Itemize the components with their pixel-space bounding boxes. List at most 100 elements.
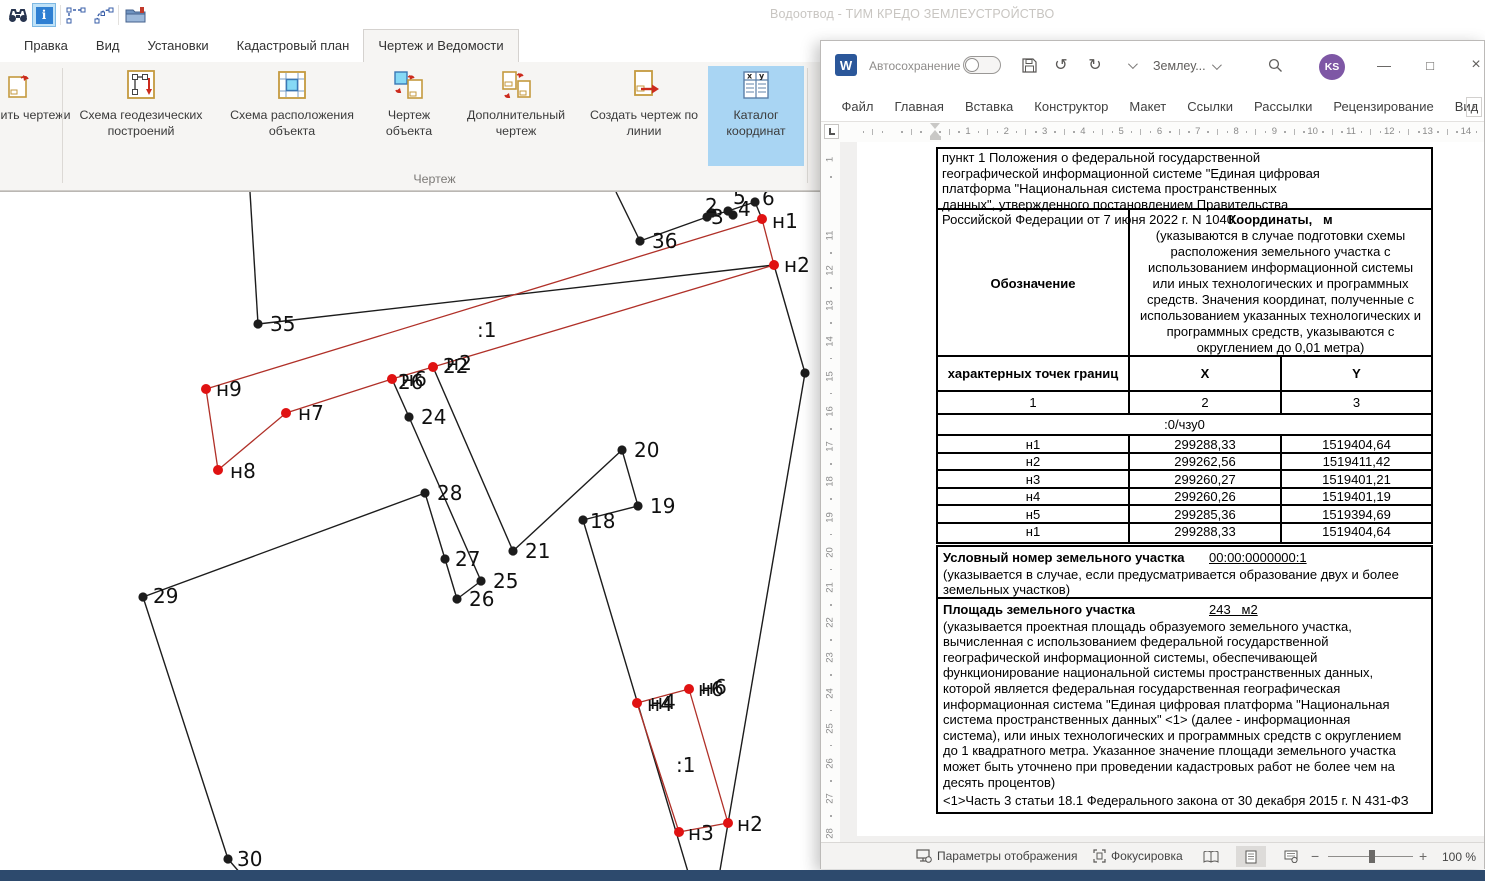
word-tab[interactable]: Файл [831, 93, 884, 120]
read-mode-icon[interactable] [1196, 846, 1226, 867]
avatar[interactable]: KS [1319, 54, 1345, 80]
screen: i Водоотвод - ТИМ КРЕДО ЗЕМЛЕУСТРОЙСТВО … [0, 0, 1485, 881]
survey-plot: 363523546293028272625242120191826н622н2н… [0, 192, 820, 872]
cad-tab[interactable]: Установки [133, 30, 222, 62]
print-layout-icon[interactable] [1236, 846, 1266, 867]
create-drawing-by-line-button[interactable]: Создать чертеж по линии [582, 66, 706, 166]
survey-point[interactable] [578, 515, 587, 524]
ruler-tick [1456, 131, 1458, 133]
word-tab[interactable]: Рассылки [1243, 93, 1322, 120]
ruler-tick [830, 463, 832, 465]
word-tab[interactable]: Ссылки [1177, 93, 1244, 120]
binoculars-icon[interactable] [6, 3, 30, 27]
web-layout-icon[interactable] [1276, 846, 1306, 867]
zoom-out-button[interactable]: − [1311, 848, 1319, 864]
word-tab[interactable]: Конструктор [1024, 93, 1119, 120]
word-tab[interactable]: Вставка [954, 93, 1023, 120]
ruler-tick [863, 131, 865, 133]
survey-point[interactable] [253, 319, 262, 328]
survey-drawing-canvas[interactable]: 363523546293028272625242120191826н622н2н… [0, 191, 820, 871]
survey-point[interactable] [420, 488, 429, 497]
survey-point[interactable] [723, 818, 733, 828]
document-name[interactable]: Землеу... [1153, 59, 1219, 73]
survey-point[interactable] [633, 501, 642, 510]
survey-point[interactable] [428, 362, 438, 372]
survey-point[interactable] [728, 210, 737, 219]
survey-point[interactable] [476, 576, 485, 585]
save-icon[interactable] [1017, 53, 1041, 77]
additional-drawing-button[interactable]: Дополнительный чертеж [452, 66, 580, 166]
survey-point[interactable] [674, 827, 684, 837]
word-tab[interactable]: Рецензирование [1323, 93, 1444, 120]
ruler-number: 24 [825, 685, 836, 701]
survey-point[interactable] [440, 554, 449, 563]
col-header-designation: Обозначение [938, 210, 1128, 358]
object-drawing-button[interactable]: Чертеж объекта [368, 66, 450, 166]
survey-point[interactable] [223, 854, 232, 863]
vertical-ruler: 1111213141516171819202122232425262728 [821, 142, 840, 842]
zoom-slider-thumb[interactable] [1369, 850, 1375, 863]
ruler-tick [830, 780, 832, 782]
coordinate-catalog-button[interactable]: xу Каталог координат [708, 66, 804, 166]
survey-point[interactable] [632, 698, 642, 708]
open-drawing-icon[interactable] [124, 3, 148, 27]
document-page[interactable]: пункт 1 Положения о федеральной государс… [857, 142, 1484, 836]
rect-path-icon[interactable] [64, 3, 88, 27]
survey-point[interactable] [617, 445, 626, 454]
indent-markers[interactable] [930, 123, 941, 140]
more-tabs-icon[interactable]: › [1466, 97, 1482, 117]
ruler-tick [830, 569, 832, 571]
survey-point[interactable] [635, 236, 644, 245]
ruler-tick [1093, 131, 1095, 133]
cad-tab[interactable]: Правка [10, 30, 82, 62]
geodesy-scheme-button[interactable]: Схема геодезических построений [66, 66, 216, 166]
info-icon[interactable]: i [32, 3, 56, 27]
geodesy-scheme-icon [125, 66, 157, 104]
word-tab[interactable]: Макет [1119, 93, 1177, 120]
survey-point[interactable] [800, 368, 809, 377]
ruler-tick [830, 428, 832, 430]
survey-point[interactable] [138, 592, 147, 601]
minimize-button[interactable]: — [1369, 51, 1399, 79]
more-commands-icon[interactable] [1116, 53, 1140, 77]
ruler-tick [1188, 131, 1190, 133]
button-label: Создать чертеж по линии [582, 108, 706, 139]
tab-selector[interactable] [824, 124, 839, 139]
survey-point[interactable] [769, 260, 779, 270]
undo-icon[interactable]: ↺ [1049, 53, 1073, 77]
survey-point[interactable] [281, 408, 291, 418]
ruler-tick [1408, 129, 1409, 135]
survey-point[interactable] [508, 546, 517, 555]
word-tab[interactable]: Главная [884, 93, 954, 120]
ruler-tick [1294, 129, 1295, 135]
zoom-level[interactable]: 100 % [1442, 850, 1476, 864]
survey-point[interactable] [757, 214, 767, 224]
cadastral-label: Условный номер земельного участка [943, 550, 1184, 565]
cad-tab[interactable]: Кадастровый план [223, 30, 364, 62]
ruler-number: 10 [1307, 126, 1318, 137]
ruler-number: 12 [825, 263, 836, 279]
point-label: 6 [762, 192, 775, 210]
table-cell: 299260,26 [1128, 489, 1280, 505]
object-layout-scheme-button[interactable]: Схема расположения объекта [218, 66, 366, 166]
ruler-tick [1150, 131, 1152, 133]
survey-point[interactable] [201, 384, 211, 394]
redo-icon[interactable]: ↻ [1083, 53, 1107, 77]
survey-point[interactable] [213, 465, 223, 475]
focus-button[interactable]: Фокусировка [1093, 849, 1183, 863]
zoom-in-button[interactable]: + [1419, 848, 1427, 864]
survey-point[interactable] [404, 412, 413, 421]
arc-path-icon[interactable] [92, 3, 116, 27]
cad-tab[interactable]: Вид [82, 30, 134, 62]
display-settings-button[interactable]: Параметры отображения [916, 849, 1078, 863]
display-settings-icon [916, 849, 932, 863]
survey-point[interactable] [452, 594, 461, 603]
maximize-button[interactable]: □ [1415, 51, 1445, 79]
search-icon[interactable] [1263, 53, 1287, 77]
autosave-toggle[interactable] [963, 56, 1001, 74]
close-button[interactable]: × [1461, 51, 1485, 79]
survey-point[interactable] [750, 197, 759, 206]
survey-point[interactable] [387, 374, 397, 384]
survey-point[interactable] [684, 684, 694, 694]
cad-tab[interactable]: Чертеж и Ведомости [363, 29, 518, 62]
